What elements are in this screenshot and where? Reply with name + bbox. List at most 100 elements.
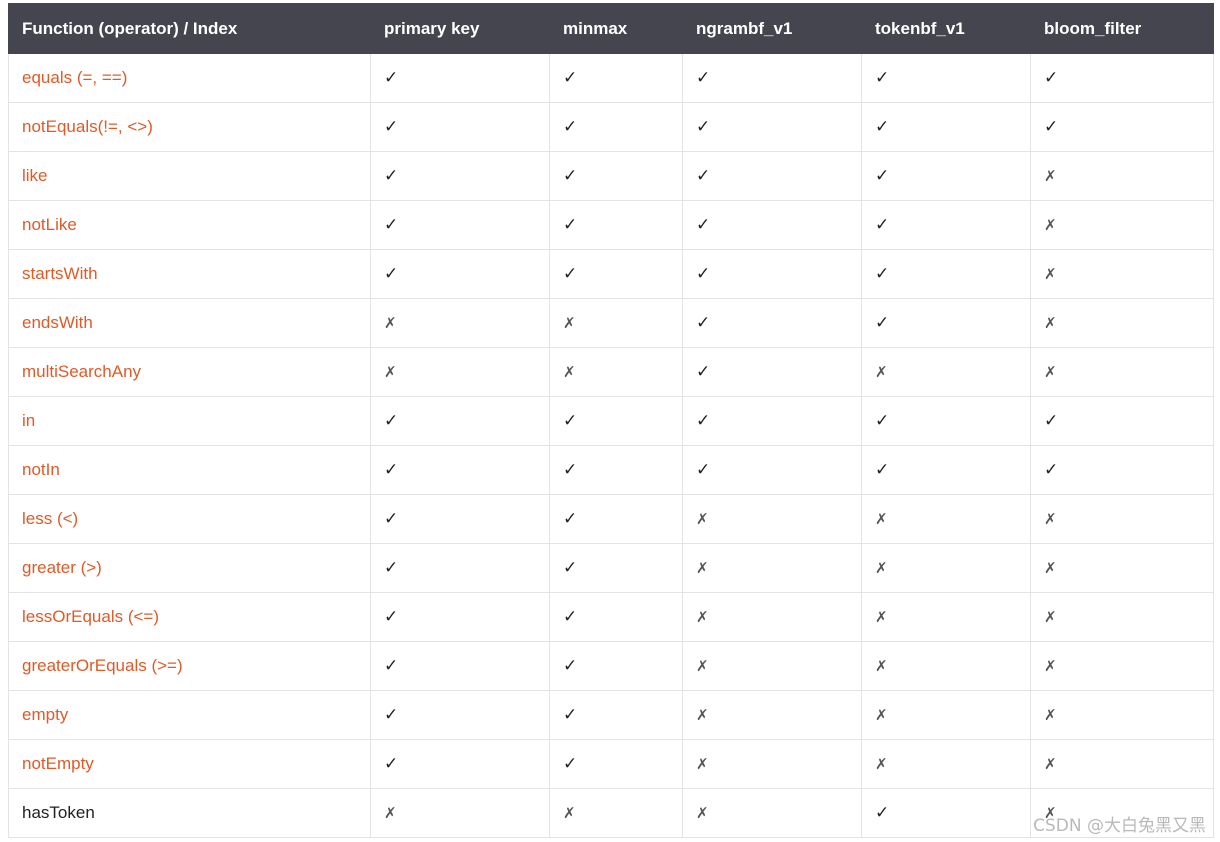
check-icon-primary-key: ✓ bbox=[370, 739, 550, 789]
function-link[interactable]: lessOrEquals (<=) bbox=[8, 592, 371, 642]
function-link[interactable]: notEquals(!=, <>) bbox=[8, 102, 371, 152]
cross-icon-bloom-filter: ✗ bbox=[1030, 641, 1214, 691]
function-link[interactable]: empty bbox=[8, 690, 371, 740]
table-row: notEmpty ✓ ✓ ✗ ✗ ✗ bbox=[8, 739, 1214, 789]
check-icon-ngrambf-v1: ✓ bbox=[682, 53, 862, 103]
cross-icon-bloom-filter: ✗ bbox=[1030, 249, 1214, 299]
check-icon-primary-key: ✓ bbox=[370, 249, 550, 299]
check-icon-minmax: ✓ bbox=[549, 641, 683, 691]
check-icon-primary-key: ✓ bbox=[370, 151, 550, 201]
cross-icon-bloom-filter: ✗ bbox=[1030, 151, 1214, 201]
check-icon-ngrambf-v1: ✓ bbox=[682, 445, 862, 495]
check-icon-minmax: ✓ bbox=[549, 200, 683, 250]
cross-icon-ngrambf-v1: ✗ bbox=[682, 494, 862, 544]
table-row: notLike ✓ ✓ ✓ ✓ ✗ bbox=[8, 200, 1214, 250]
check-icon-primary-key: ✓ bbox=[370, 494, 550, 544]
check-icon-tokenbf-v1: ✓ bbox=[861, 249, 1031, 299]
cross-icon-ngrambf-v1: ✗ bbox=[682, 592, 862, 642]
check-icon-minmax: ✓ bbox=[549, 592, 683, 642]
check-icon-primary-key: ✓ bbox=[370, 53, 550, 103]
check-icon-primary-key: ✓ bbox=[370, 200, 550, 250]
function-link[interactable]: notIn bbox=[8, 445, 371, 495]
function-name: hasToken bbox=[8, 788, 371, 838]
check-icon-primary-key: ✓ bbox=[370, 641, 550, 691]
cross-icon-primary-key: ✗ bbox=[370, 347, 550, 397]
table-row: notIn ✓ ✓ ✓ ✓ ✓ bbox=[8, 445, 1214, 495]
cross-icon-bloom-filter: ✗ bbox=[1030, 200, 1214, 250]
cross-icon-bloom-filter: ✗ bbox=[1030, 592, 1214, 642]
check-icon-minmax: ✓ bbox=[549, 543, 683, 593]
check-icon-bloom-filter: ✓ bbox=[1030, 445, 1214, 495]
function-link[interactable]: endsWith bbox=[8, 298, 371, 348]
cross-icon-bloom-filter: ✗ bbox=[1030, 739, 1214, 789]
index-support-table: Function (operator) / Index primary key … bbox=[8, 3, 1214, 838]
table-row: multiSearchAny ✗ ✗ ✓ ✗ ✗ bbox=[8, 347, 1214, 397]
check-icon-ngrambf-v1: ✓ bbox=[682, 298, 862, 348]
check-icon-primary-key: ✓ bbox=[370, 592, 550, 642]
function-link[interactable]: less (<) bbox=[8, 494, 371, 544]
function-link[interactable]: in bbox=[8, 396, 371, 446]
check-icon-tokenbf-v1: ✓ bbox=[861, 298, 1031, 348]
function-link[interactable]: greaterOrEquals (>=) bbox=[8, 641, 371, 691]
cross-icon-ngrambf-v1: ✗ bbox=[682, 739, 862, 789]
watermark: CSDN @大白兔黑又黑 bbox=[1033, 816, 1206, 836]
function-link[interactable]: multiSearchAny bbox=[8, 347, 371, 397]
function-link[interactable]: startsWith bbox=[8, 249, 371, 299]
function-link[interactable]: equals (=, ==) bbox=[8, 53, 371, 103]
check-icon-minmax: ✓ bbox=[549, 445, 683, 495]
function-link[interactable]: notEmpty bbox=[8, 739, 371, 789]
check-icon-bloom-filter: ✓ bbox=[1030, 53, 1214, 103]
check-icon-ngrambf-v1: ✓ bbox=[682, 151, 862, 201]
cross-icon-ngrambf-v1: ✗ bbox=[682, 641, 862, 691]
cross-icon-tokenbf-v1: ✗ bbox=[861, 690, 1031, 740]
check-icon-minmax: ✓ bbox=[549, 396, 683, 446]
table-row: empty ✓ ✓ ✗ ✗ ✗ bbox=[8, 690, 1214, 740]
check-icon-minmax: ✓ bbox=[549, 690, 683, 740]
check-icon-primary-key: ✓ bbox=[370, 543, 550, 593]
check-icon-primary-key: ✓ bbox=[370, 445, 550, 495]
check-icon-ngrambf-v1: ✓ bbox=[682, 396, 862, 446]
cross-icon-bloom-filter: ✗ bbox=[1030, 543, 1214, 593]
header-ngrambf-v1: ngrambf_v1 bbox=[682, 3, 862, 54]
check-icon-ngrambf-v1: ✓ bbox=[682, 102, 862, 152]
check-icon-tokenbf-v1: ✓ bbox=[861, 445, 1031, 495]
cross-icon-tokenbf-v1: ✗ bbox=[861, 592, 1031, 642]
check-icon-tokenbf-v1: ✓ bbox=[861, 788, 1031, 838]
cross-icon-primary-key: ✗ bbox=[370, 788, 550, 838]
cross-icon-minmax: ✗ bbox=[549, 298, 683, 348]
check-icon-tokenbf-v1: ✓ bbox=[861, 396, 1031, 446]
header-bloom-filter: bloom_filter bbox=[1030, 3, 1214, 54]
cross-icon-ngrambf-v1: ✗ bbox=[682, 543, 862, 593]
cross-icon-bloom-filter: ✗ bbox=[1030, 494, 1214, 544]
header-tokenbf-v1: tokenbf_v1 bbox=[861, 3, 1031, 54]
check-icon-tokenbf-v1: ✓ bbox=[861, 53, 1031, 103]
check-icon-minmax: ✓ bbox=[549, 739, 683, 789]
function-link[interactable]: greater (>) bbox=[8, 543, 371, 593]
check-icon-ngrambf-v1: ✓ bbox=[682, 347, 862, 397]
check-icon-ngrambf-v1: ✓ bbox=[682, 200, 862, 250]
cross-icon-tokenbf-v1: ✗ bbox=[861, 543, 1031, 593]
cross-icon-minmax: ✗ bbox=[549, 347, 683, 397]
table-row: lessOrEquals (<=) ✓ ✓ ✗ ✗ ✗ bbox=[8, 592, 1214, 642]
check-icon-minmax: ✓ bbox=[549, 102, 683, 152]
check-icon-primary-key: ✓ bbox=[370, 396, 550, 446]
table-header-row: Function (operator) / Index primary key … bbox=[8, 3, 1214, 54]
cross-icon-bloom-filter: ✗ bbox=[1030, 690, 1214, 740]
check-icon-tokenbf-v1: ✓ bbox=[861, 200, 1031, 250]
table-row: less (<) ✓ ✓ ✗ ✗ ✗ bbox=[8, 494, 1214, 544]
function-link[interactable]: like bbox=[8, 151, 371, 201]
cross-icon-tokenbf-v1: ✗ bbox=[861, 739, 1031, 789]
cross-icon-tokenbf-v1: ✗ bbox=[861, 347, 1031, 397]
cross-icon-bloom-filter: ✗ bbox=[1030, 298, 1214, 348]
cross-icon-ngrambf-v1: ✗ bbox=[682, 690, 862, 740]
check-icon-bloom-filter: ✓ bbox=[1030, 102, 1214, 152]
check-icon-minmax: ✓ bbox=[549, 249, 683, 299]
check-icon-ngrambf-v1: ✓ bbox=[682, 249, 862, 299]
cross-icon-tokenbf-v1: ✗ bbox=[861, 641, 1031, 691]
function-link[interactable]: notLike bbox=[8, 200, 371, 250]
cross-icon-bloom-filter: ✗ bbox=[1030, 347, 1214, 397]
table-row: endsWith ✗ ✗ ✓ ✓ ✗ bbox=[8, 298, 1214, 348]
cross-icon-tokenbf-v1: ✗ bbox=[861, 494, 1031, 544]
table-row: greater (>) ✓ ✓ ✗ ✗ ✗ bbox=[8, 543, 1214, 593]
cross-icon-ngrambf-v1: ✗ bbox=[682, 788, 862, 838]
